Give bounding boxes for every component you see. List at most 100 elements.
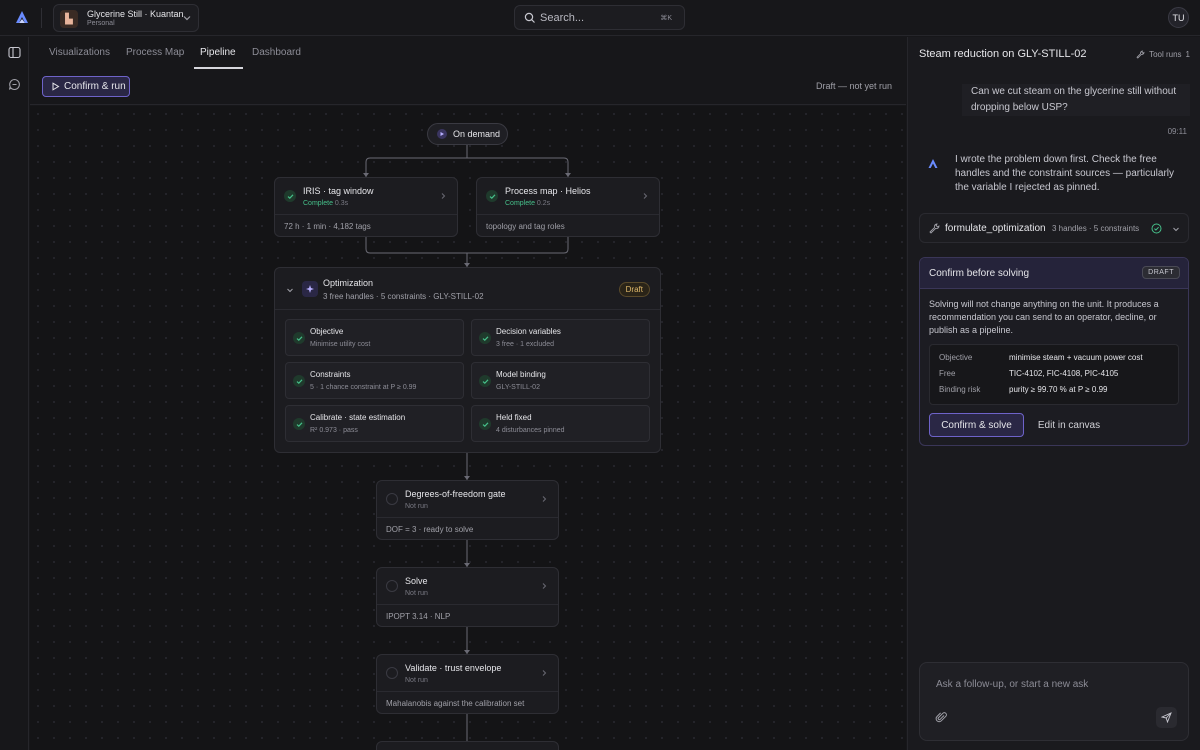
composer-placeholder[interactable]: Ask a follow-up, or start a new ask bbox=[936, 679, 1088, 690]
node-title: Process map · Helios bbox=[505, 186, 591, 196]
summary-value: minimise steam + vacuum power cost bbox=[1009, 353, 1143, 362]
cell-model-binding[interactable]: Model binding GLY-STILL-02 bbox=[471, 362, 650, 399]
check-icon bbox=[479, 418, 491, 430]
wrench-icon bbox=[929, 223, 940, 234]
node-status: Not run bbox=[405, 503, 428, 510]
edit-in-canvas-button[interactable]: Edit in canvas bbox=[1030, 413, 1108, 437]
tool-name: formulate_optimization bbox=[945, 223, 1046, 234]
tool-runs-label: Tool runs bbox=[1149, 50, 1182, 59]
project-switcher[interactable]: ▙ Glycerine Still · Kuantan Personal bbox=[53, 4, 199, 32]
node-optimization[interactable]: Optimization 3 free handles · 5 constrai… bbox=[274, 267, 661, 453]
node-header bbox=[477, 178, 659, 215]
node-header bbox=[275, 178, 457, 215]
node-detail: topology and tag roles bbox=[486, 222, 565, 231]
node-detail: Mahalanobis against the calibration set bbox=[386, 699, 525, 708]
assistant-panel: Steam reduction on GLY-STILL-02 Tool run… bbox=[907, 37, 1200, 750]
node-process-map[interactable]: Process map · Helios Complete 0.2s topol… bbox=[476, 177, 660, 237]
check-icon bbox=[486, 190, 498, 202]
cell-sub: R² 0.973 · pass bbox=[310, 427, 358, 434]
node-dof-gate[interactable]: Degrees-of-freedom gate Not run DOF = 3 … bbox=[376, 480, 559, 540]
pipeline-canvas[interactable]: On demand IRIS · tag window Complete 0.3… bbox=[30, 106, 906, 750]
confirm-solve-button[interactable]: Confirm & solve bbox=[929, 413, 1024, 437]
tab-pipeline[interactable]: Pipeline bbox=[200, 47, 236, 58]
tab-process-map[interactable]: Process Map bbox=[126, 47, 184, 58]
app-logo-icon[interactable] bbox=[13, 9, 31, 27]
tab-visualizations[interactable]: Visualizations bbox=[49, 47, 110, 58]
pending-icon bbox=[386, 667, 398, 679]
left-rail bbox=[0, 37, 29, 750]
node-header bbox=[377, 568, 558, 605]
node-solve[interactable]: Solve Not run IPOPT 3.14 · NLP bbox=[376, 567, 559, 627]
assistant-message: I wrote the problem down first. Check th… bbox=[955, 154, 1175, 193]
tool-call-formulate-optimization[interactable]: formulate_optimization 3 handles · 5 con… bbox=[919, 213, 1189, 243]
conversation-title: Steam reduction on GLY-STILL-02 bbox=[919, 48, 1087, 60]
pipeline-toolbar: Confirm & run Draft — not yet run bbox=[30, 69, 906, 105]
top-bar: ▙ Glycerine Still · Kuantan Personal Sea… bbox=[0, 0, 1200, 36]
cell-objective[interactable]: Objective Minimise utility cost bbox=[285, 319, 464, 356]
search-shortcut: ⌘K bbox=[660, 15, 672, 22]
cell-calibrate[interactable]: Calibrate · state estimation R² 0.973 · … bbox=[285, 405, 464, 442]
sidebar-toggle-icon[interactable] bbox=[8, 46, 21, 59]
cell-sub: 5 · 1 chance constraint at P ≥ 0.99 bbox=[310, 384, 417, 391]
cell-title: Constraints bbox=[310, 370, 351, 379]
avatar[interactable]: TU bbox=[1168, 7, 1189, 28]
search-input[interactable]: Search... ⌘K bbox=[514, 5, 685, 30]
cell-title: Held fixed bbox=[496, 413, 532, 422]
node-next[interactable] bbox=[376, 741, 559, 750]
node-detail: IPOPT 3.14 · NLP bbox=[386, 612, 451, 621]
cell-decision-variables[interactable]: Decision variables 3 free · 1 excluded bbox=[471, 319, 650, 356]
chevron-right-icon bbox=[542, 670, 547, 676]
chat-icon[interactable] bbox=[8, 78, 21, 91]
optimization-header bbox=[275, 268, 660, 310]
chevron-down-icon bbox=[183, 16, 191, 21]
summary-key: Free bbox=[939, 369, 956, 378]
paperclip-icon[interactable] bbox=[935, 711, 948, 724]
node-title: IRIS · tag window bbox=[303, 186, 374, 196]
cell-sub: GLY-STILL-02 bbox=[496, 384, 540, 391]
summary-key: Binding risk bbox=[939, 385, 981, 394]
confirm-run-button[interactable]: Confirm & run bbox=[42, 76, 130, 97]
tab-dashboard[interactable]: Dashboard bbox=[252, 47, 301, 58]
summary-key: Objective bbox=[939, 353, 973, 362]
node-status: Complete 0.3s bbox=[303, 200, 349, 207]
cell-held-fixed[interactable]: Held fixed 4 disturbances pinned bbox=[471, 405, 650, 442]
cell-title: Decision variables bbox=[496, 327, 561, 336]
node-header bbox=[377, 655, 558, 692]
check-icon bbox=[293, 375, 305, 387]
check-icon bbox=[479, 375, 491, 387]
node-iris-tag-window[interactable]: IRIS · tag window Complete 0.3s 72 h · 1… bbox=[274, 177, 458, 237]
summary-value: TIC-4102, FIC-4108, PIC-4105 bbox=[1009, 369, 1119, 378]
cell-constraints[interactable]: Constraints 5 · 1 chance constraint at P… bbox=[285, 362, 464, 399]
confirm-summary-table: Objective minimise steam + vacuum power … bbox=[929, 344, 1179, 405]
message-timestamp: 09:11 bbox=[1167, 127, 1187, 136]
project-workspace: Personal bbox=[87, 20, 115, 27]
send-button[interactable] bbox=[1156, 707, 1177, 728]
confirm-run-label: Confirm & run bbox=[64, 81, 126, 92]
node-status: Complete 0.2s bbox=[505, 200, 551, 207]
status-badge: Draft bbox=[618, 282, 650, 297]
cell-sub: Minimise utility cost bbox=[310, 341, 371, 348]
search-placeholder: Search... bbox=[540, 12, 585, 24]
node-status: Not run bbox=[405, 677, 428, 684]
play-icon bbox=[52, 82, 60, 91]
cell-title: Model binding bbox=[496, 370, 546, 379]
check-circle-icon bbox=[1151, 223, 1162, 234]
tool-meta: 3 handles · 5 constraints bbox=[1052, 224, 1140, 233]
summary-value: purity ≥ 99.70 % at P ≥ 0.99 bbox=[1009, 385, 1108, 394]
chevron-right-icon bbox=[542, 583, 547, 589]
project-name: Glycerine Still · Kuantan bbox=[87, 9, 184, 19]
wrench-icon bbox=[1136, 50, 1145, 59]
optimization-title: Optimization bbox=[323, 278, 374, 288]
cell-title: Objective bbox=[310, 327, 344, 336]
factory-icon: ▙ bbox=[60, 10, 78, 28]
optimization-summary: 3 free handles · 5 constraints · GLY-STI… bbox=[323, 292, 484, 301]
trigger-on-demand[interactable]: On demand bbox=[427, 123, 508, 145]
tool-runs-counter[interactable]: Tool runs 1 bbox=[1136, 50, 1190, 59]
assistant-avatar-icon bbox=[928, 159, 938, 168]
chevron-down-icon[interactable] bbox=[286, 286, 294, 294]
check-icon bbox=[479, 332, 491, 344]
node-detail: 72 h · 1 min · 4,182 tags bbox=[284, 222, 371, 231]
node-status: Not run bbox=[405, 590, 428, 597]
node-validate[interactable]: Validate · trust envelope Not run Mahala… bbox=[376, 654, 559, 714]
chat-composer[interactable]: Ask a follow-up, or start a new ask bbox=[919, 662, 1189, 741]
